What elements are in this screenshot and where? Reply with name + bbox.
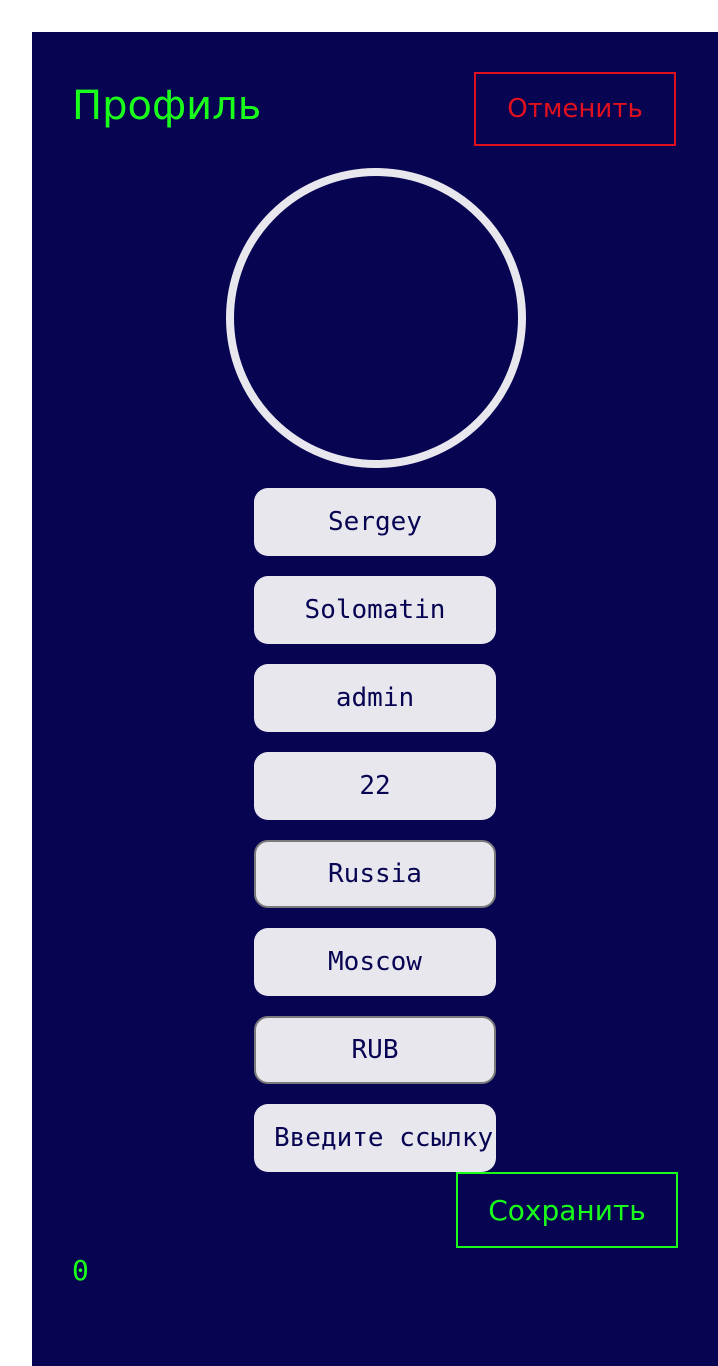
username-field[interactable]: admin <box>254 664 496 732</box>
avatar[interactable] <box>226 168 526 468</box>
counter-value: 0 <box>72 1254 89 1287</box>
save-button[interactable]: Сохранить <box>456 1172 678 1248</box>
last-name-field[interactable]: Solomatin <box>254 576 496 644</box>
currency-select[interactable]: RUB <box>254 1016 496 1084</box>
age-field[interactable]: 22 <box>254 752 496 820</box>
first-name-field[interactable]: Sergey <box>254 488 496 556</box>
country-select[interactable]: Russia <box>254 840 496 908</box>
avatar-url-input[interactable]: Введите ссылку <box>254 1104 496 1172</box>
profile-page: Профиль Отменить Sergey Solomatin admin … <box>32 32 718 1366</box>
city-field[interactable]: Moscow <box>254 928 496 996</box>
page-title: Профиль <box>72 83 262 129</box>
cancel-button[interactable]: Отменить <box>474 72 676 146</box>
